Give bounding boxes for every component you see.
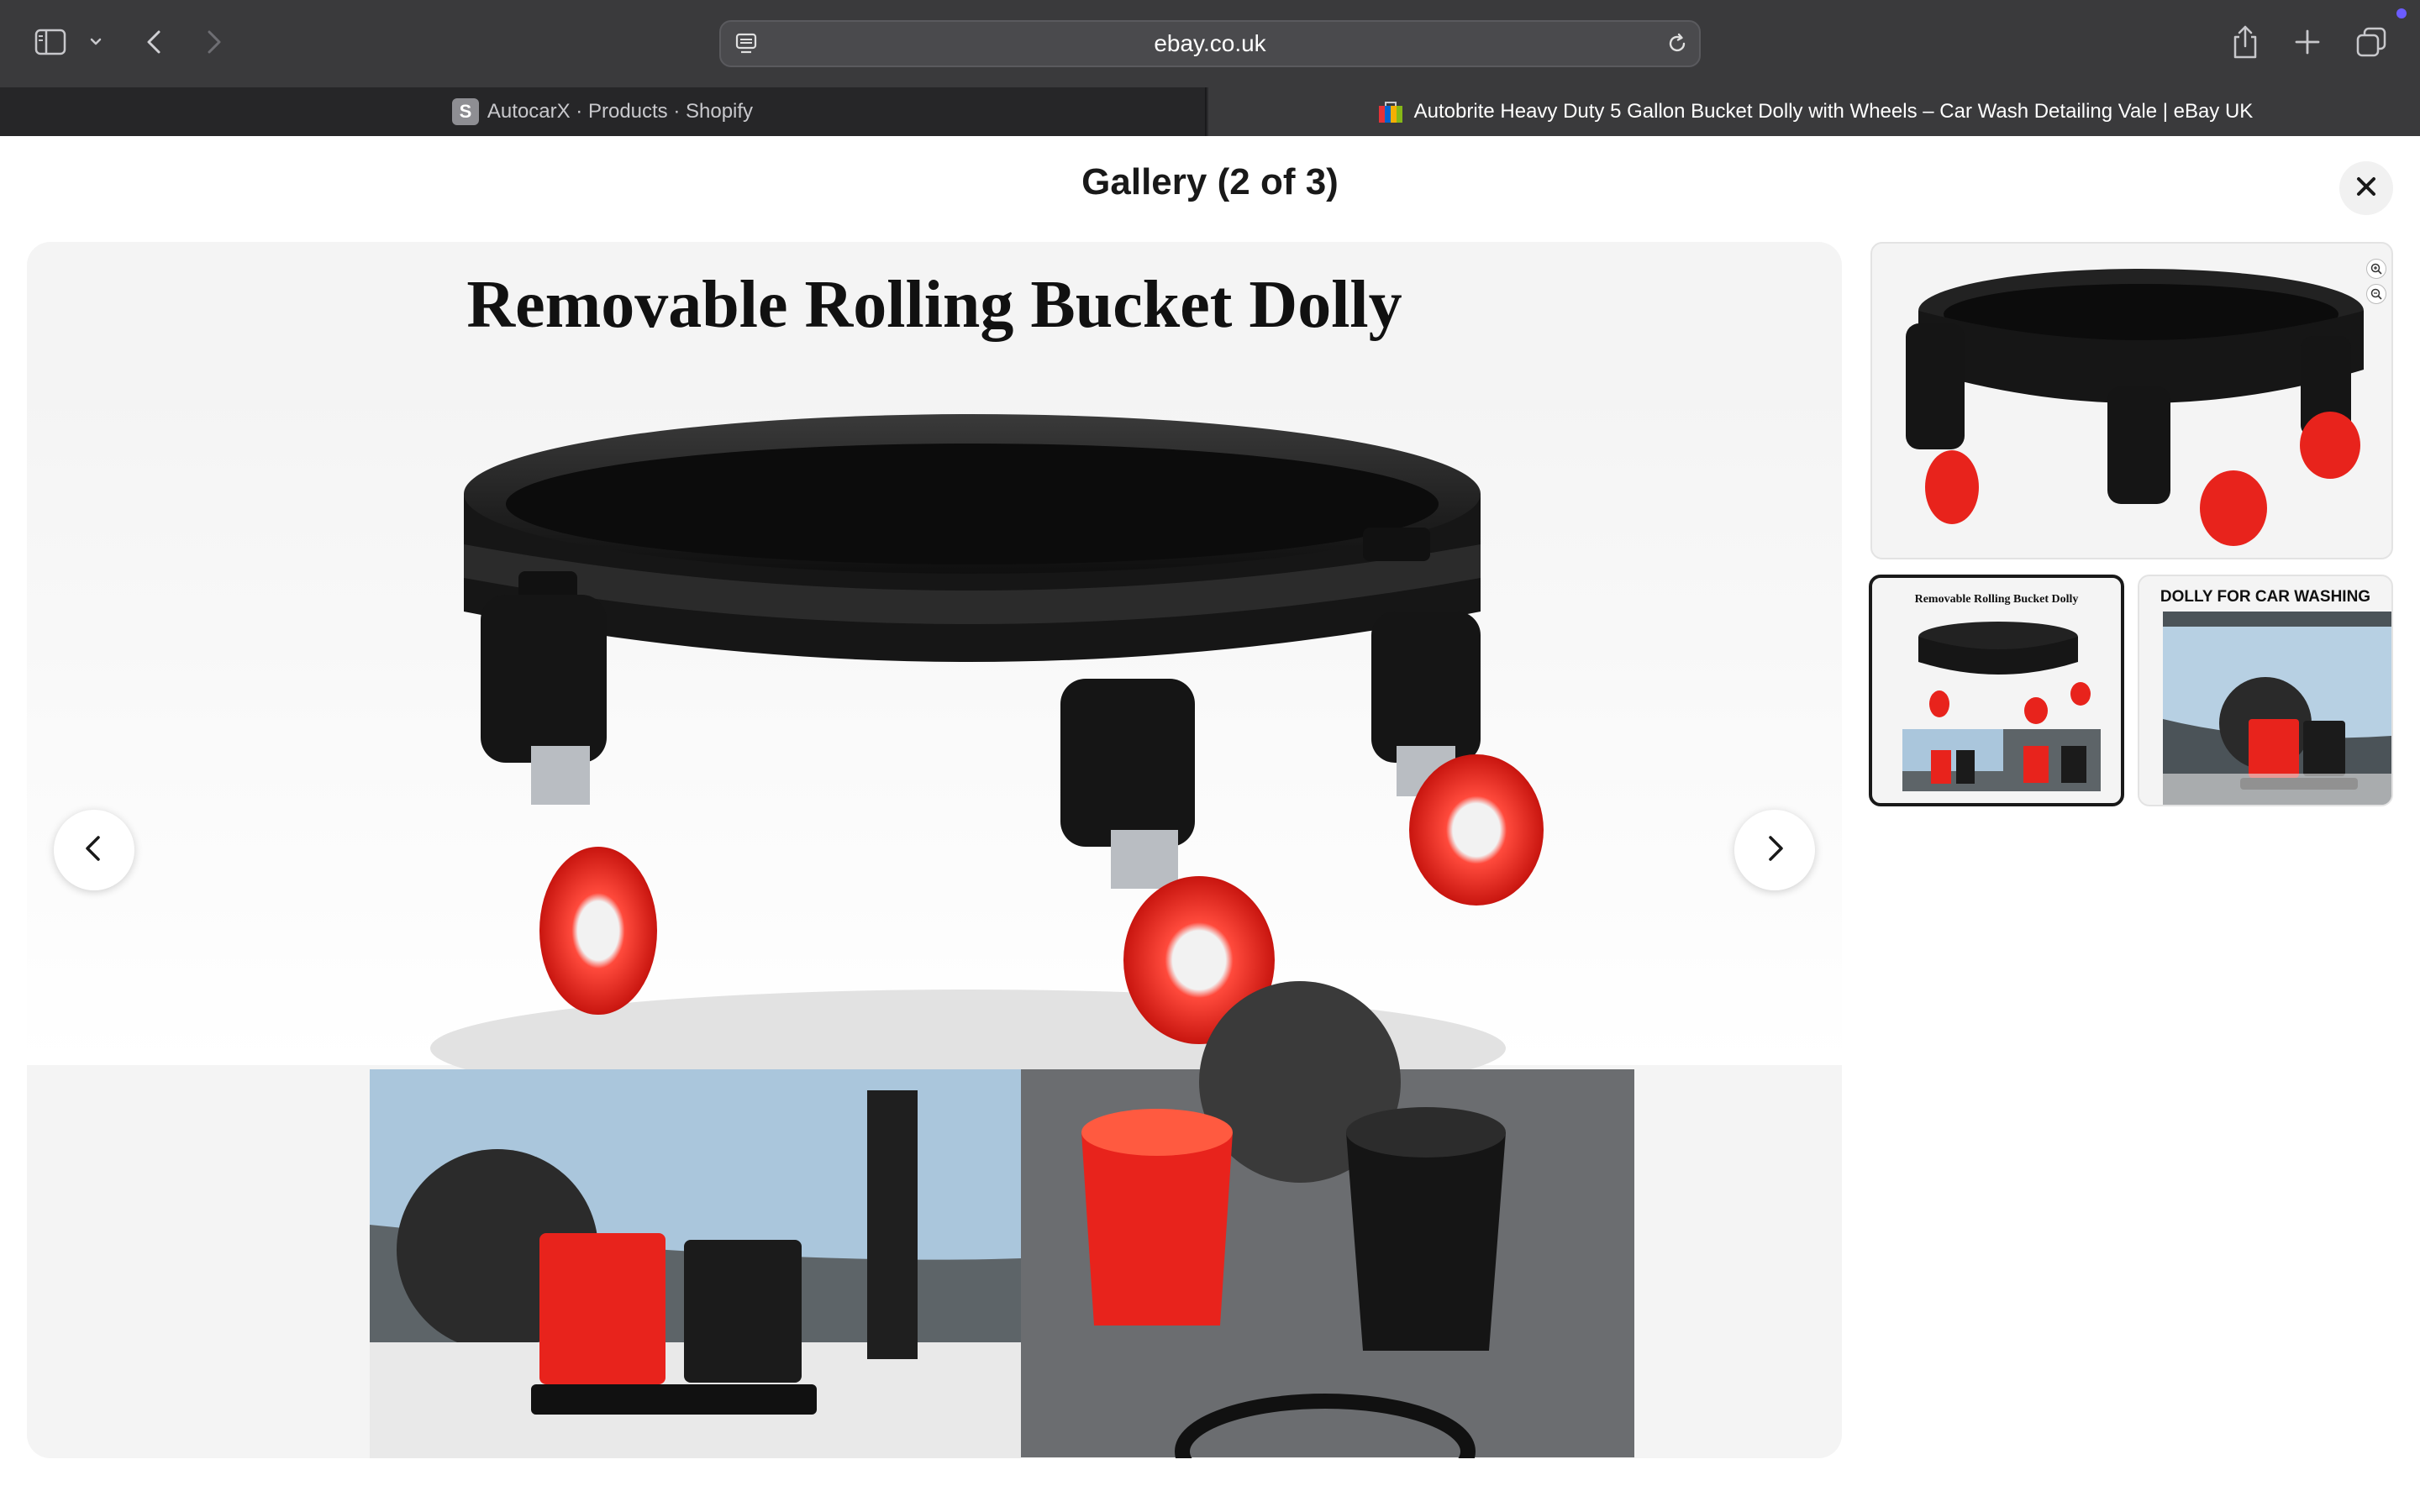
chevron-left-icon — [77, 832, 111, 869]
close-icon — [2354, 174, 2379, 203]
next-image-button[interactable] — [1734, 810, 1815, 890]
thumbnail-2-selected[interactable]: Removable Rolling Bucket Dolly — [1869, 575, 2124, 806]
tab-ebay[interactable]: Autobrite Heavy Duty 5 Gallon Bucket Dol… — [1208, 87, 2420, 136]
thumbnail-1-image — [1906, 269, 2364, 546]
ebay-favicon-icon — [1376, 99, 1406, 124]
chevron-right-icon — [1758, 832, 1791, 869]
zoom-in-icon[interactable] — [2366, 259, 2386, 279]
reload-icon[interactable] — [1664, 30, 1691, 61]
notification-dot — [2396, 8, 2407, 18]
tab-shopify[interactable]: S AutocarX · Products · Shopify — [0, 87, 1207, 136]
previous-image-button[interactable] — [54, 810, 134, 890]
thumbnail-2-image — [1902, 622, 2101, 791]
back-icon[interactable] — [139, 27, 170, 57]
tab-overview-icon[interactable] — [2354, 25, 2388, 59]
thumbnail-3[interactable]: DOLLY FOR CAR WASHING — [2138, 575, 2393, 806]
tab-title: AutocarX · Products · Shopify — [487, 100, 754, 123]
address-bar[interactable]: ebay.co.uk — [719, 20, 1701, 67]
url-text[interactable]: ebay.co.uk — [721, 22, 1699, 66]
share-icon[interactable] — [2228, 24, 2262, 60]
zoom-out-icon[interactable] — [2366, 284, 2386, 304]
thumbnail-3-image — [2163, 612, 2391, 805]
tab-bar: S AutocarX · Products · Shopify Autobrit… — [0, 87, 2420, 136]
thumbnail-1[interactable] — [1870, 242, 2393, 559]
tab-title: Autobrite Heavy Duty 5 Gallon Bucket Dol… — [1413, 100, 2254, 123]
close-button[interactable] — [2339, 161, 2393, 215]
chevron-down-icon[interactable] — [87, 34, 104, 50]
bucket-dolly-illustration — [27, 376, 1842, 1458]
sidebar-icon[interactable] — [34, 25, 67, 59]
forward-icon[interactable] — [198, 27, 229, 57]
browser-toolbar: ebay.co.uk — [0, 0, 2420, 87]
main-product-image[interactable]: Removable Rolling Bucket Dolly — [27, 242, 1842, 1458]
lifestyle-photo-left — [370, 1069, 1021, 1458]
gallery-title: Gallery (2 of 3) — [1081, 161, 1339, 202]
new-tab-icon[interactable] — [2292, 27, 2323, 57]
shopify-favicon-icon: S — [451, 98, 479, 125]
